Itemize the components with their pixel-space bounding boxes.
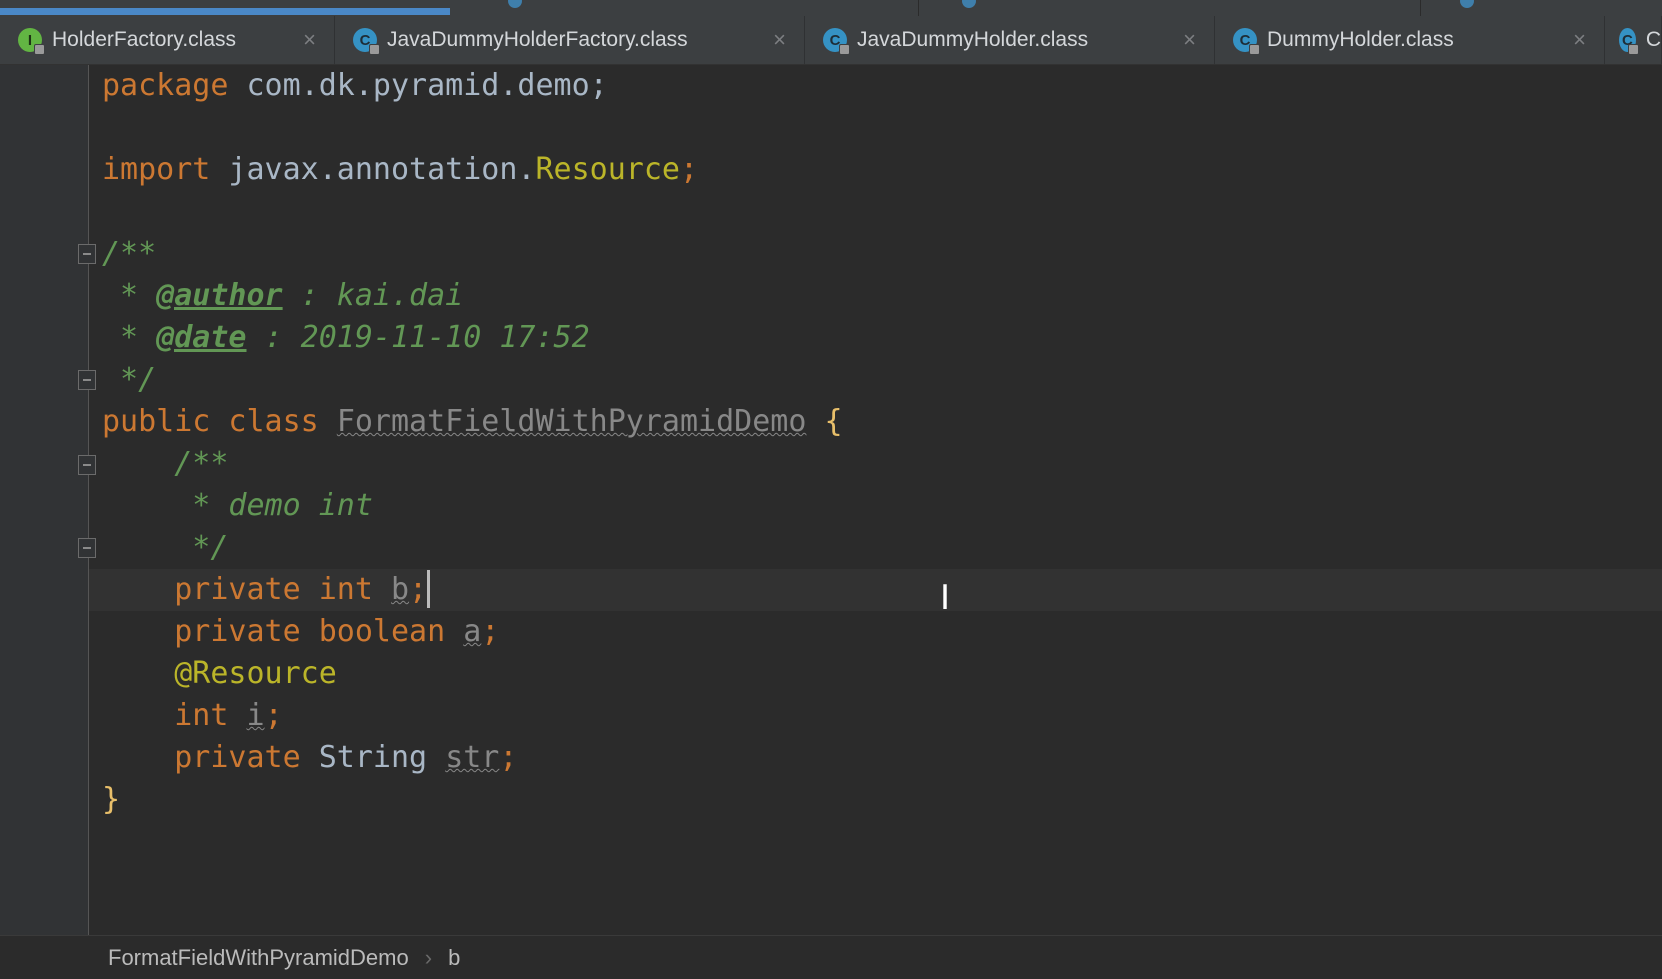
upper-tab-strip [0,0,1662,16]
class-icon: C [1233,28,1260,55]
tab-label: C [1645,28,1661,51]
tab-java-dummy-holder[interactable]: C JavaDummyHolder.class × [805,16,1215,64]
tab-label: HolderFactory.class [52,28,236,51]
chevron-right-icon: › [424,944,433,970]
active-tab-indicator [0,8,450,15]
tab-divider [918,0,919,16]
code-line-14: private boolean a; [102,614,500,649]
lock-icon [839,44,850,55]
breadcrumb-class[interactable]: FormatFieldWithPyramidDemo [108,945,409,971]
lock-icon [369,44,380,55]
tab-divider [1420,0,1421,16]
editor-tab-bar: I HolderFactory.class × C JavaDummyHolde… [0,16,1662,65]
code-line-1: package com.dk.pyramid.demo; [102,68,608,103]
code-line-10: /** [102,446,229,481]
code-line-13: private int b; [102,569,431,611]
code-line-8: */ [102,362,157,397]
class-icon: C [353,28,380,55]
code-line-7: * @date : 2019-11-10 17:52 [102,320,590,355]
close-icon[interactable]: × [303,27,316,53]
lock-icon [34,44,45,55]
code-line-12: */ [102,530,229,565]
class-icon [1460,0,1474,8]
breadcrumb-member[interactable]: b [448,945,460,971]
class-icon: C [823,28,850,55]
close-icon[interactable]: × [1183,27,1196,53]
code-line-11: * demo int [102,488,373,523]
fold-marker[interactable] [78,370,96,390]
editor-gutter[interactable] [0,65,88,935]
lock-icon [1249,44,1260,55]
code-line-18: } [102,782,121,817]
tab-java-dummy-holder-factory[interactable]: C JavaDummyHolderFactory.class × [335,16,805,64]
code-editor[interactable]: package com.dk.pyramid.demo; import java… [102,65,1642,935]
code-line-16: int i; [102,698,283,733]
class-icon: C [1619,28,1639,55]
code-line-3: import javax.annotation.Resource; [102,152,699,187]
fold-marker[interactable] [78,455,96,475]
code-line-9: public class FormatFieldWithPyramidDemo … [102,404,843,439]
mouse-ibeam-cursor: I [940,578,951,618]
tab-overflow[interactable]: C C [1605,16,1662,64]
code-line-6: * @author : kai.dai [102,278,464,313]
tab-dummy-holder[interactable]: C DummyHolder.class × [1215,16,1605,64]
code-line-15: @Resource [102,656,337,691]
close-icon[interactable]: × [1573,27,1586,53]
class-icon [962,0,976,8]
fold-marker[interactable] [78,244,96,264]
tab-label: JavaDummyHolder.class [857,28,1089,51]
class-icon [508,0,522,8]
lock-icon [1627,44,1639,55]
text-caret [427,569,431,608]
tab-holder-factory[interactable]: I HolderFactory.class × [0,16,335,64]
breadcrumb: FormatFieldWithPyramidDemo › b [0,935,1662,979]
close-icon[interactable]: × [773,27,786,53]
tab-label: DummyHolder.class [1267,28,1454,51]
code-line-5: /** [102,236,157,271]
gutter-divider [88,65,89,935]
fold-marker[interactable] [78,538,96,558]
tab-label: JavaDummyHolderFactory.class [387,28,688,51]
interface-icon: I [18,28,45,55]
code-line-17: private String str; [102,740,518,775]
